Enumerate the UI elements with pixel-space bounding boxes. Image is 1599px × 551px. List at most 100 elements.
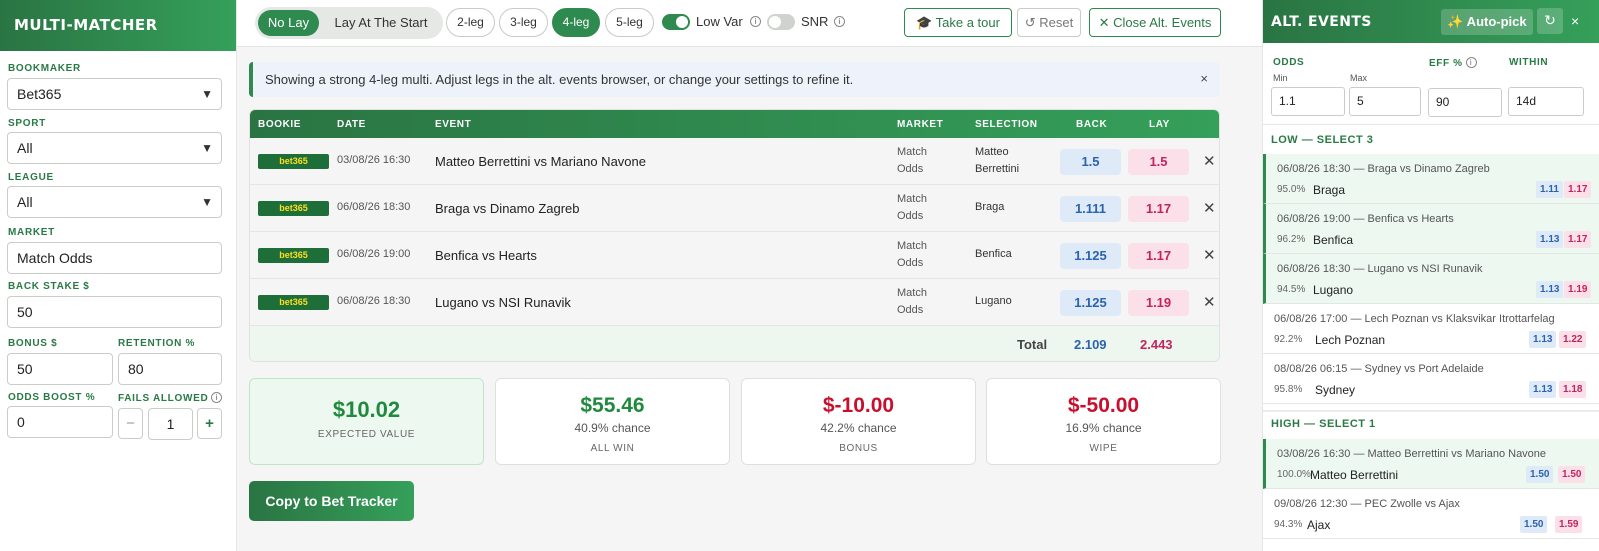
fails-allowed-text: FAILS ALLOWED (118, 393, 209, 404)
remove-leg-icon[interactable]: ✕ (1203, 152, 1216, 170)
no-lay-option[interactable]: No Lay (258, 10, 319, 36)
alt-event-selection: Braga (1313, 183, 1346, 197)
leg-3-button[interactable]: 3-leg (499, 8, 548, 37)
back-odds: 1.125 (1060, 290, 1121, 316)
divider (1263, 410, 1599, 412)
event-date: 06/08/26 18:30 (337, 295, 411, 307)
alt-event-line: 06/08/26 17:00 — Lech Poznan vs Klaksvik… (1274, 313, 1555, 325)
alt-event-line: 09/08/26 12:30 — PEC Zwolle vs Ajax (1274, 498, 1460, 510)
odds-boost-input[interactable]: 0 (7, 406, 113, 438)
alt-events-header: ALT. EVENTS ✨ Auto-pick ↻ × (1263, 0, 1599, 43)
fails-increment-button[interactable]: + (197, 408, 222, 439)
alt-back-odds: 1.50 (1520, 516, 1548, 533)
alt-event-selection: Lugano (1313, 283, 1354, 297)
lay-odds: 1.17 (1128, 196, 1189, 222)
copy-to-bet-tracker-button[interactable]: Copy to Bet Tracker (249, 481, 414, 521)
sidebar-title: MULTI-MATCHER (0, 0, 236, 51)
league-select[interactable]: All ▼ (7, 186, 222, 218)
bonus-amount: $-10.00 (822, 394, 895, 417)
col-date: DATE (337, 119, 366, 130)
alt-event-item[interactable]: 09/08/26 12:30 — PEC Zwolle vs Ajax 94.3… (1263, 489, 1599, 539)
snr-toggle[interactable] (767, 14, 795, 30)
table-row: bet365 06/08/26 19:00 Benfica vs Hearts … (250, 232, 1219, 279)
odds-max-input[interactable]: 5 (1349, 87, 1421, 116)
retention-input[interactable]: 80 (118, 353, 222, 385)
alt-event-line: 06/08/26 18:30 — Braga vs Dinamo Zagreb (1277, 163, 1490, 175)
event-name: Benfica vs Hearts (435, 248, 537, 263)
market-cell: Match Odds (897, 287, 927, 316)
market-input[interactable]: Match Odds (7, 242, 222, 274)
low-var-toggle[interactable] (662, 14, 690, 30)
info-icon[interactable]: i (834, 16, 845, 27)
total-lay: 2.443 (1140, 337, 1173, 352)
wipe-amount: $-50.00 (1067, 394, 1140, 417)
alt-event-selection: Benfica (1313, 233, 1354, 247)
all-win-label: ALL WIN (590, 443, 635, 454)
close-icon[interactable]: × (1571, 13, 1579, 29)
info-banner: Showing a strong 4-leg multi. Adjust leg… (249, 62, 1220, 97)
bet365-logo: bet365 (258, 154, 329, 169)
info-icon[interactable]: i (211, 392, 223, 403)
alt-events-panel: ALT. EVENTS ✨ Auto-pick ↻ × ODDS Min Max… (1262, 0, 1599, 551)
back-odds: 1.5 (1060, 149, 1121, 175)
remove-leg-icon[interactable]: ✕ (1203, 293, 1216, 311)
alt-event-item[interactable]: 08/08/26 06:15 — Sydney vs Port Adelaide… (1263, 354, 1599, 404)
fails-allowed-input[interactable]: 1 (148, 408, 193, 440)
close-alt-events-button[interactable]: ✕ Close Alt. Events (1089, 8, 1221, 37)
table-header: BOOKIE DATE EVENT MARKET SELECTION BACK … (250, 110, 1219, 138)
alt-event-item[interactable]: 06/08/26 18:30 — Braga vs Dinamo Zagreb … (1263, 154, 1599, 204)
main-content: No Lay Lay At The Start 2-leg 3-leg 4-le… (237, 0, 1262, 551)
info-icon[interactable]: i (1465, 57, 1477, 68)
back-odds: 1.125 (1060, 243, 1121, 269)
all-win-card: $55.46 40.9% chance ALL WIN (495, 378, 730, 465)
take-a-tour-button[interactable]: 🎓 Take a tour (904, 8, 1012, 37)
close-icon: ✕ (1098, 15, 1110, 30)
alt-event-item[interactable]: 06/08/26 19:00 — Benfica vs Hearts 96.2%… (1263, 204, 1599, 254)
bookmaker-label: BOOKMAKER (8, 63, 81, 74)
lay-odds: 1.17 (1128, 243, 1189, 269)
alt-lay-odds: 1.18 (1559, 381, 1587, 398)
reset-button[interactable]: ↺ Reset (1017, 8, 1081, 37)
within-filter-label: WITHIN (1509, 57, 1549, 68)
odds-boost-label: ODDS BOOST % (8, 392, 96, 403)
caret-down-icon: ▼ (201, 141, 213, 155)
fails-decrement-button[interactable]: − (118, 408, 143, 439)
banner-close-icon[interactable]: × (1200, 71, 1208, 86)
leg-2-button[interactable]: 2-leg (446, 8, 495, 37)
leg-4-button[interactable]: 4-leg (552, 8, 600, 37)
bookmaker-select[interactable]: Bet365 ▼ (7, 78, 222, 110)
eff-input[interactable]: 90 (1428, 88, 1502, 117)
info-icon[interactable]: i (750, 16, 761, 27)
sport-select[interactable]: All ▼ (7, 132, 222, 164)
refresh-icon[interactable]: ↻ (1537, 8, 1563, 34)
alt-lay-odds: 1.17 (1564, 181, 1592, 198)
bet365-logo: bet365 (258, 201, 329, 216)
alt-lay-odds: 1.17 (1564, 231, 1592, 248)
selection-cell: Lugano (975, 295, 1012, 307)
back-odds: 1.111 (1060, 196, 1121, 222)
back-stake-input[interactable]: 50 (7, 296, 222, 328)
alt-event-line: 08/08/26 06:15 — Sydney vs Port Adelaide (1274, 363, 1484, 375)
alt-back-odds: 1.11 (1536, 181, 1563, 198)
wipe-label: WIPE (1089, 443, 1118, 454)
alt-event-selection: Sydney (1315, 383, 1356, 397)
alt-event-item[interactable]: 06/08/26 18:30 — Lugano vs NSI Runavik 9… (1263, 254, 1599, 304)
leg-5-button[interactable]: 5-leg (605, 8, 654, 37)
alt-event-item[interactable]: 06/08/26 17:00 — Lech Poznan vs Klaksvik… (1263, 304, 1599, 354)
within-input[interactable]: 14d (1508, 87, 1584, 116)
eff-label-text: EFF % (1429, 58, 1463, 69)
lay-at-start-option[interactable]: Lay At The Start (322, 10, 440, 36)
market-label: MARKET (8, 227, 55, 238)
odds-min-input[interactable]: 1.1 (1271, 87, 1345, 116)
alt-lay-odds: 1.59 (1555, 516, 1583, 533)
back-stake-label: BACK STAKE $ (8, 281, 90, 292)
alt-event-eff: 92.2% (1274, 334, 1303, 345)
total-label: Total (1017, 337, 1048, 352)
all-win-amount: $55.46 (580, 394, 645, 417)
bonus-input[interactable]: 50 (7, 353, 113, 385)
remove-leg-icon[interactable]: ✕ (1203, 199, 1216, 217)
remove-leg-icon[interactable]: ✕ (1203, 246, 1216, 264)
alt-event-item[interactable]: 03/08/26 16:30 — Matteo Berrettini vs Ma… (1263, 439, 1599, 489)
alt-event-eff: 95.8% (1274, 384, 1303, 395)
auto-pick-button[interactable]: ✨ Auto-pick (1441, 9, 1533, 35)
